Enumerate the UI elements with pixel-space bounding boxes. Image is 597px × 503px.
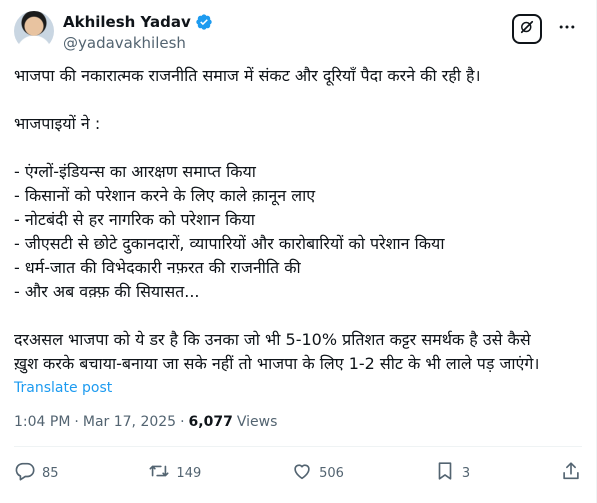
author-handle[interactable]: @yadavakhilesh	[63, 33, 213, 53]
post-line: दरअसल भाजपा को ये डर है कि उनका जो भी 5-…	[14, 330, 531, 349]
post-line: - किसानों को परेशान करने के लिए काले क़ा…	[14, 186, 316, 205]
post-line	[14, 136, 586, 160]
meta-separator: ·	[74, 414, 79, 430]
repost-button[interactable]: 149	[148, 460, 201, 486]
more-icon	[557, 17, 577, 41]
grok-button[interactable]	[512, 14, 542, 44]
verified-badge-icon[interactable]	[195, 13, 213, 31]
post-line	[14, 304, 586, 328]
post-meta: 1:04 PM · Mar 17, 2025 · 6,077 Views	[14, 414, 277, 430]
post-line: - धर्म-जात की विभेदकारी नफ़रत की राजनीति…	[14, 258, 301, 277]
avatar[interactable]	[14, 11, 54, 51]
like-button[interactable]: 506	[291, 460, 344, 486]
post-line: - एंग्लों-इंडियन्स का आरक्षण समाप्त किया	[14, 162, 256, 181]
post-header: Akhilesh Yadav @yadavakhilesh	[14, 11, 582, 53]
post-line: ख़ुश करके बचाया-बनाया जा सके नहीं तो भाज…	[14, 354, 540, 373]
post-line	[14, 88, 586, 112]
post-line: - जीएसटी से छोटे दुकानदारों, व्यापारियों…	[14, 234, 445, 253]
share-icon	[560, 460, 582, 486]
author-block: Akhilesh Yadav @yadavakhilesh	[63, 12, 213, 53]
translate-post-link[interactable]: Translate post	[14, 380, 112, 396]
reply-count: 85	[42, 465, 59, 481]
meta-separator: ·	[180, 414, 185, 430]
like-count: 506	[319, 465, 344, 481]
author-display-name[interactable]: Akhilesh Yadav	[63, 12, 191, 32]
reply-icon	[14, 460, 36, 486]
bookmark-count: 3	[461, 465, 471, 481]
share-button[interactable]	[560, 460, 582, 486]
post-time[interactable]: 1:04 PM	[14, 414, 70, 430]
post-line: भाजपाइयों ने :	[14, 114, 101, 133]
post-text: भाजपा की नकारात्मक राजनीति समाज में संकट…	[14, 64, 586, 376]
repost-icon	[148, 460, 170, 486]
post-line: - और अब वक़्फ़ की सियासत...	[14, 282, 200, 301]
grok-icon	[518, 18, 536, 40]
more-button[interactable]	[552, 14, 582, 44]
bookmark-button[interactable]: 3	[434, 460, 470, 486]
post-card: Akhilesh Yadav @yadavakhilesh भाजपा की न…	[0, 0, 597, 503]
action-bar: 85 149 506 3	[14, 458, 582, 488]
bookmark-icon	[434, 460, 456, 486]
post-line: - नोटबंदी से हर नागरिक को परेशान किया	[14, 210, 255, 229]
post-date[interactable]: Mar 17, 2025	[83, 414, 176, 430]
reply-button[interactable]: 85	[14, 460, 59, 486]
name-row: Akhilesh Yadav	[63, 12, 213, 32]
views-count[interactable]: 6,077	[189, 414, 233, 430]
post-line: भाजपा की नकारात्मक राजनीति समाज में संकट…	[14, 66, 481, 85]
repost-count: 149	[176, 465, 202, 481]
like-icon	[291, 460, 313, 486]
divider	[14, 446, 582, 447]
views-label: Views	[236, 414, 278, 430]
